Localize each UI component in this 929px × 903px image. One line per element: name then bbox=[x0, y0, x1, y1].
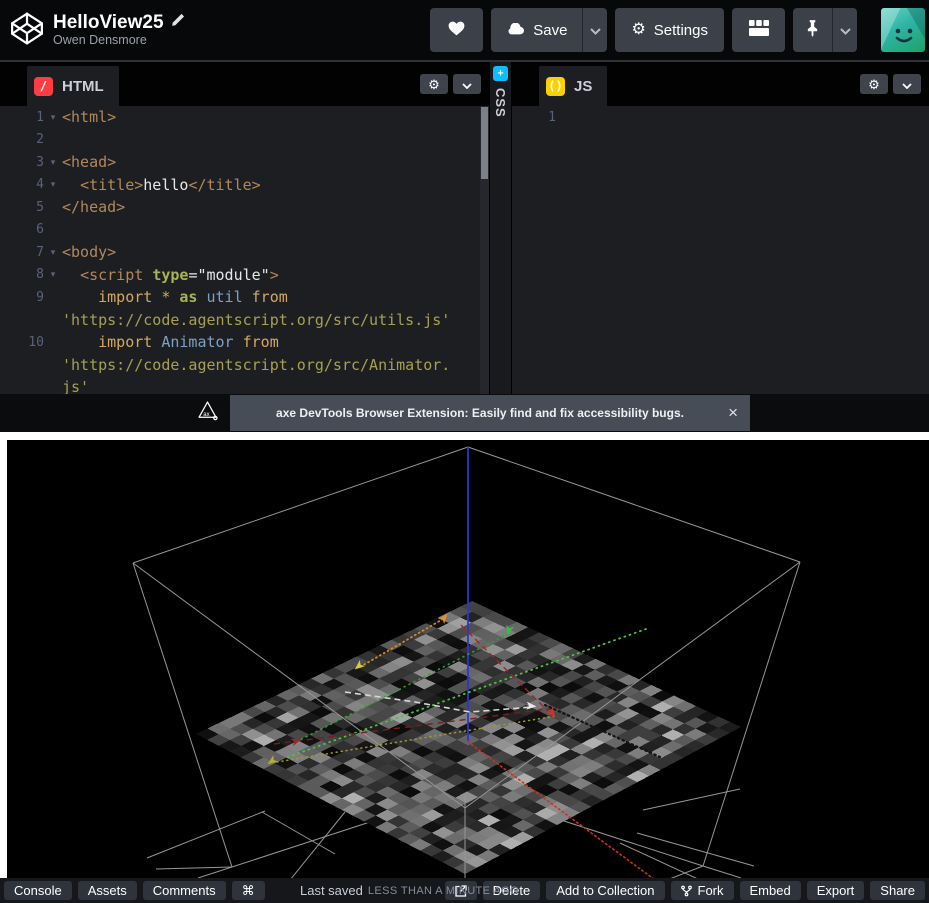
pen-titles: HelloView25 Owen Densmore bbox=[53, 13, 185, 47]
share-label: Share bbox=[880, 883, 915, 898]
css-tab-label: CSS bbox=[493, 88, 508, 118]
pen-author: Owen Densmore bbox=[53, 34, 185, 47]
header: HelloView25 Owen Densmore Save bbox=[0, 0, 929, 62]
js-panel: () JS ⚙ 1 bbox=[512, 62, 929, 394]
share-button[interactable]: Share bbox=[870, 881, 925, 900]
keyboard-shortcuts-button[interactable]: ⌘ bbox=[232, 881, 265, 900]
html-panel-settings-button[interactable]: ⚙ bbox=[420, 74, 448, 94]
add-to-collection-button[interactable]: Add to Collection bbox=[546, 881, 664, 900]
tab-html[interactable]: / HTML bbox=[27, 66, 119, 106]
svg-text:ax: ax bbox=[203, 412, 209, 418]
layout-grid-icon bbox=[749, 20, 769, 40]
css-panel-icon: + bbox=[493, 66, 508, 81]
html-panel: / HTML ⚙ 1▾<html>23▾<head>4▾ <title>hell… bbox=[0, 62, 489, 394]
code-line: 3▾<head> bbox=[0, 151, 489, 174]
code-line: 5</head> bbox=[0, 196, 489, 219]
gear-icon: ⚙ bbox=[631, 22, 645, 38]
html-tab-label: HTML bbox=[62, 78, 104, 95]
chevron-down-icon bbox=[462, 78, 472, 91]
preview-pane bbox=[0, 432, 929, 878]
notification-bar: ax axe DevTools Browser Extension: Easil… bbox=[0, 394, 929, 432]
assets-button[interactable]: Assets bbox=[78, 881, 137, 900]
code-line: 2 bbox=[0, 129, 489, 152]
axe-devtools-logo-icon: ax bbox=[196, 399, 219, 427]
notification-message: axe DevTools Browser Extension: Easily f… bbox=[230, 395, 750, 431]
comments-button[interactable]: Comments bbox=[143, 881, 226, 900]
js-code-editor[interactable]: 1 bbox=[512, 106, 929, 394]
close-icon: × bbox=[728, 403, 738, 422]
editor-panels: / HTML ⚙ 1▾<html>23▾<head>4▾ <title>hell… bbox=[0, 62, 929, 394]
header-actions: Save ⚙ Settings bbox=[430, 8, 929, 52]
like-button[interactable] bbox=[430, 8, 483, 52]
agentscript-3d-scene bbox=[7, 440, 929, 878]
change-view-button[interactable] bbox=[732, 8, 785, 52]
export-button[interactable]: Export bbox=[807, 881, 865, 900]
edit-title-pencil-icon[interactable] bbox=[171, 13, 185, 32]
cloud-icon bbox=[506, 22, 525, 39]
save-button-label: Save bbox=[533, 22, 567, 39]
fork-button[interactable]: Fork bbox=[671, 881, 734, 900]
scrollbar-thumb[interactable] bbox=[481, 107, 488, 179]
add-to-collection-label: Add to Collection bbox=[556, 883, 654, 898]
code-line: 'https://code.agentscript.org/src/Animat… bbox=[0, 354, 489, 377]
console-button[interactable]: Console bbox=[4, 881, 72, 900]
css-panel-collapsed[interactable]: + CSS bbox=[490, 62, 511, 394]
assets-label: Assets bbox=[88, 883, 127, 898]
save-button-group: Save bbox=[491, 8, 607, 52]
codepen-logo-icon[interactable] bbox=[10, 10, 44, 51]
chevron-down-icon bbox=[902, 78, 912, 91]
html-panel-collapse-button[interactable] bbox=[453, 74, 481, 94]
chevron-down-icon bbox=[590, 23, 601, 38]
save-status: Last saved LESS THAN A MINUTE AGO bbox=[300, 878, 519, 903]
settings-button[interactable]: ⚙ Settings bbox=[615, 8, 724, 52]
code-line: 1▾<html> bbox=[0, 106, 489, 129]
page-title: HelloView25 bbox=[53, 13, 164, 32]
pin-button-group bbox=[793, 8, 857, 52]
pin-options-chevron-button[interactable] bbox=[832, 8, 857, 52]
save-button[interactable]: Save bbox=[491, 8, 582, 52]
export-label: Export bbox=[817, 883, 855, 898]
js-panel-collapse-button[interactable] bbox=[893, 74, 921, 94]
console-label: Console bbox=[14, 883, 62, 898]
code-line: 8▾ <script type="module"> bbox=[0, 264, 489, 287]
embed-label: Embed bbox=[750, 883, 791, 898]
code-line: 'https://code.agentscript.org/src/utils.… bbox=[0, 309, 489, 332]
3d-model-canvas[interactable] bbox=[7, 440, 929, 878]
notification-close-button[interactable]: × bbox=[724, 395, 742, 431]
js-panel-icon: () bbox=[546, 77, 565, 96]
code-line: 9 import * as util from bbox=[0, 286, 489, 309]
embed-button[interactable]: Embed bbox=[740, 881, 801, 900]
gear-icon: ⚙ bbox=[428, 78, 440, 91]
heart-icon bbox=[448, 21, 465, 40]
js-panel-settings-button[interactable]: ⚙ bbox=[860, 74, 888, 94]
keyboard-shortcuts-label: ⌘ bbox=[242, 883, 255, 899]
comments-label: Comments bbox=[153, 883, 216, 898]
code-line: js' bbox=[0, 376, 489, 394]
notification-text: axe DevTools Browser Extension: Easily f… bbox=[276, 406, 684, 420]
js-tab-label: JS bbox=[574, 78, 592, 95]
html-panel-icon: / bbox=[34, 77, 53, 96]
pin-button[interactable] bbox=[793, 8, 832, 52]
last-saved-label: Last saved bbox=[300, 883, 363, 898]
code-line: 6 bbox=[0, 219, 489, 242]
gear-icon: ⚙ bbox=[868, 78, 880, 91]
footer-left-buttons: Console Assets Comments ⌘ bbox=[4, 881, 265, 900]
html-code-editor[interactable]: 1▾<html>23▾<head>4▾ <title>hello</title>… bbox=[0, 106, 489, 394]
last-saved-time: LESS THAN A MINUTE AGO bbox=[368, 885, 519, 897]
code-line: 4▾ <title>hello</title> bbox=[0, 174, 489, 197]
code-line: 1 bbox=[512, 106, 929, 129]
chevron-down-icon bbox=[840, 23, 851, 38]
fork-icon bbox=[681, 885, 692, 897]
html-panel-bar: / HTML ⚙ bbox=[0, 62, 489, 106]
settings-button-label: Settings bbox=[654, 22, 708, 39]
save-options-chevron-button[interactable] bbox=[582, 8, 607, 52]
avatar[interactable] bbox=[881, 8, 925, 52]
code-line: 7▾<body> bbox=[0, 241, 489, 264]
js-panel-bar: () JS ⚙ bbox=[512, 62, 929, 106]
tab-js[interactable]: () JS bbox=[539, 66, 607, 106]
fork-label: Fork bbox=[698, 883, 724, 898]
footer-bar: Console Assets Comments ⌘ Last saved LESS T… bbox=[0, 878, 929, 903]
code-line: 10 import Animator from bbox=[0, 331, 489, 354]
pushpin-icon bbox=[806, 20, 819, 41]
